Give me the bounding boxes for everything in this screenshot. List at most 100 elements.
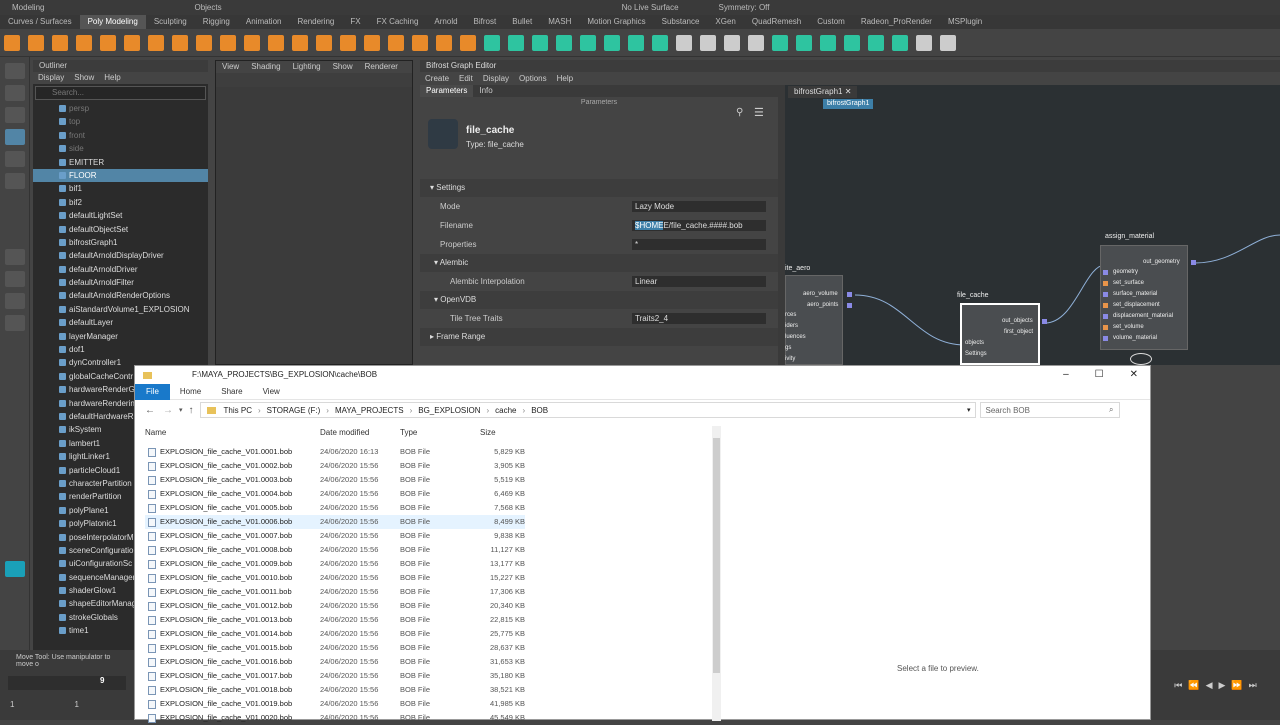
shelf-tool-icon[interactable] — [916, 34, 932, 51]
file-row[interactable]: EXPLOSION_file_cache_V01.0016.bob 24/06/2… — [145, 655, 525, 669]
shelf-tool-icon[interactable] — [484, 34, 500, 51]
shelf-tool-icon[interactable] — [940, 34, 956, 51]
parameters-tab[interactable]: Info — [473, 85, 498, 97]
move-tool-icon[interactable] — [5, 129, 25, 145]
shelf-tab[interactable]: FX — [342, 15, 368, 29]
search-box[interactable]: Search BOB ⌕ — [979, 402, 1120, 418]
shelf-tool-icon[interactable] — [52, 34, 68, 51]
file-row[interactable]: EXPLOSION_file_cache_V01.0003.bob 24/06/2… — [145, 473, 525, 487]
address-dropdown-icon[interactable]: ▾ — [967, 406, 971, 414]
file-row[interactable]: EXPLOSION_file_cache_V01.0001.bob 24/06/2… — [145, 445, 525, 459]
layout-quad-icon[interactable] — [5, 271, 25, 287]
alembic-interpolation-select[interactable]: Linear — [632, 276, 766, 287]
breadcrumb-separator[interactable]: › — [326, 406, 329, 415]
shelf-tab[interactable]: Rendering — [289, 15, 342, 29]
shelf-tool-icon[interactable] — [76, 34, 92, 51]
outliner-item[interactable]: defaultArnoldRenderOptions — [33, 289, 208, 302]
shelf-tool-icon[interactable] — [460, 34, 476, 51]
assign-in-port-dot[interactable] — [1103, 314, 1108, 319]
minimize-icon[interactable]: – — [1063, 366, 1069, 384]
ribbon-tab-view[interactable]: View — [253, 384, 290, 400]
file-row[interactable]: EXPLOSION_file_cache_V01.0004.bob 24/06/2… — [145, 487, 525, 501]
breadcrumb-item[interactable]: MAYA_PROJECTS — [335, 406, 404, 415]
live-surface-label[interactable]: No Live Surface — [622, 3, 679, 12]
viewport-panel[interactable]: View Shading Lighting Show Renderer — [215, 60, 413, 365]
assign-in-port-dot[interactable] — [1103, 270, 1108, 275]
workspace-selector[interactable]: Modeling — [12, 3, 44, 12]
shelf-tab[interactable]: Bifrost — [466, 15, 505, 29]
outliner-search-input[interactable]: Search... — [35, 86, 206, 100]
file-row[interactable]: EXPLOSION_file_cache_V01.0014.bob 24/06/2… — [145, 627, 525, 641]
shelf-tool-icon[interactable] — [292, 34, 308, 51]
outliner-item[interactable]: bifrostGraph1 — [33, 236, 208, 249]
breadcrumb-separator[interactable]: › — [523, 406, 526, 415]
file-row[interactable]: EXPLOSION_file_cache_V01.0020.bob 24/06/2… — [145, 711, 525, 725]
column-date[interactable]: Date modified — [320, 428, 369, 437]
shelf-tab[interactable]: Curves / Surfaces — [0, 15, 80, 29]
shelf-tab[interactable]: Bullet — [504, 15, 540, 29]
shelf-tab[interactable]: FX Caching — [369, 15, 427, 29]
outliner-item[interactable]: defaultArnoldDisplayDriver — [33, 249, 208, 262]
file-row[interactable]: EXPLOSION_file_cache_V01.0013.bob 24/06/2… — [145, 613, 525, 627]
go-end-icon[interactable]: ⏭ — [1249, 680, 1257, 691]
file-row[interactable]: EXPLOSION_file_cache_V01.0006.bob 24/06/2… — [145, 515, 525, 529]
bifrost-menu-item[interactable]: Options — [514, 72, 552, 85]
scale-tool-icon[interactable] — [5, 173, 25, 189]
node-info-icon[interactable] — [1130, 353, 1152, 365]
close-icon[interactable]: ✕ — [1130, 366, 1138, 384]
shelf-tool-icon[interactable] — [844, 34, 860, 51]
viewport-menu-item[interactable]: Renderer — [359, 61, 404, 73]
outliner-item[interactable]: defaultObjectSet — [33, 223, 208, 236]
lasso-tool-icon[interactable] — [5, 85, 25, 101]
ribbon-tab-share[interactable]: Share — [211, 384, 252, 400]
ribbon-tab-home[interactable]: Home — [170, 384, 211, 400]
file-row[interactable]: EXPLOSION_file_cache_V01.0017.bob 24/06/2… — [145, 669, 525, 683]
shelf-tool-icon[interactable] — [868, 34, 884, 51]
shelf-tool-icon[interactable] — [676, 34, 692, 51]
viewport-menu-item[interactable]: Shading — [245, 61, 286, 73]
outliner-item[interactable]: layerManager — [33, 330, 208, 343]
shelf-tab[interactable]: Poly Modeling — [79, 15, 146, 29]
breadcrumb-item[interactable]: BG_EXPLOSION — [418, 406, 480, 415]
file-row[interactable]: EXPLOSION_file_cache_V01.0010.bob 24/06/2… — [145, 571, 525, 585]
breadcrumb-item[interactable]: cache — [495, 406, 516, 415]
breadcrumb-item[interactable]: BOB — [531, 406, 548, 415]
shelf-tool-icon[interactable] — [748, 34, 764, 51]
breadcrumb-separator[interactable]: › — [258, 406, 261, 415]
parameters-tab[interactable]: Parameters — [420, 85, 474, 97]
file-row[interactable]: EXPLOSION_file_cache_V01.0002.bob 24/06/2… — [145, 459, 525, 473]
shelf-tool-icon[interactable] — [4, 34, 20, 51]
bifrost-menu-item[interactable]: Help — [552, 72, 578, 85]
layout-icon[interactable] — [5, 249, 25, 265]
breadcrumb-separator[interactable]: › — [410, 406, 413, 415]
shelf-tool-icon[interactable] — [508, 34, 524, 51]
shelf-tool-icon[interactable] — [700, 34, 716, 51]
shelf-tool-icon[interactable] — [172, 34, 188, 51]
breadcrumb-separator[interactable]: › — [486, 406, 489, 415]
param-value-field[interactable]: Lazy Mode — [632, 201, 766, 212]
shelf-tool-icon[interactable] — [436, 34, 452, 51]
file-row[interactable]: EXPLOSION_file_cache_V01.0005.bob 24/06/2… — [145, 501, 525, 515]
shelf-tool-icon[interactable] — [532, 34, 548, 51]
bifrost-menu-item[interactable]: Display — [478, 72, 514, 85]
file-row[interactable]: EXPLOSION_file_cache_V01.0019.bob 24/06/2… — [145, 697, 525, 711]
symmetry-label[interactable]: Symmetry: Off — [719, 3, 770, 12]
shelf-tab[interactable]: XGen — [707, 15, 743, 29]
outliner-item[interactable]: front — [33, 129, 208, 142]
write-port-dot[interactable] — [847, 292, 852, 297]
ribbon-tab-file[interactable]: File — [135, 383, 170, 400]
outliner-item[interactable]: FLOOR — [33, 168, 208, 183]
shelf-tab[interactable]: MASH — [540, 15, 579, 29]
file-row[interactable]: EXPLOSION_file_cache_V01.0018.bob 24/06/2… — [145, 683, 525, 697]
assign-in-port-dot[interactable] — [1103, 325, 1108, 330]
shelf-tool-icon[interactable] — [196, 34, 212, 51]
outliner-menu-item[interactable]: Show — [69, 72, 99, 84]
shelf-tab[interactable]: Rigging — [195, 15, 238, 29]
file-row[interactable]: EXPLOSION_file_cache_V01.0008.bob 24/06/2… — [145, 543, 525, 557]
assign-in-port-dot[interactable] — [1103, 281, 1108, 286]
back-icon[interactable]: ← — [145, 405, 155, 416]
address-bar[interactable]: This PC › STORAGE (F:) › MAYA_PROJECTS › BG_EX… — [199, 402, 976, 418]
assign-in-port-dot[interactable] — [1103, 292, 1108, 297]
current-frame-field[interactable]: 1 — [74, 700, 78, 709]
outliner-item[interactable]: EMITTER — [33, 156, 208, 169]
